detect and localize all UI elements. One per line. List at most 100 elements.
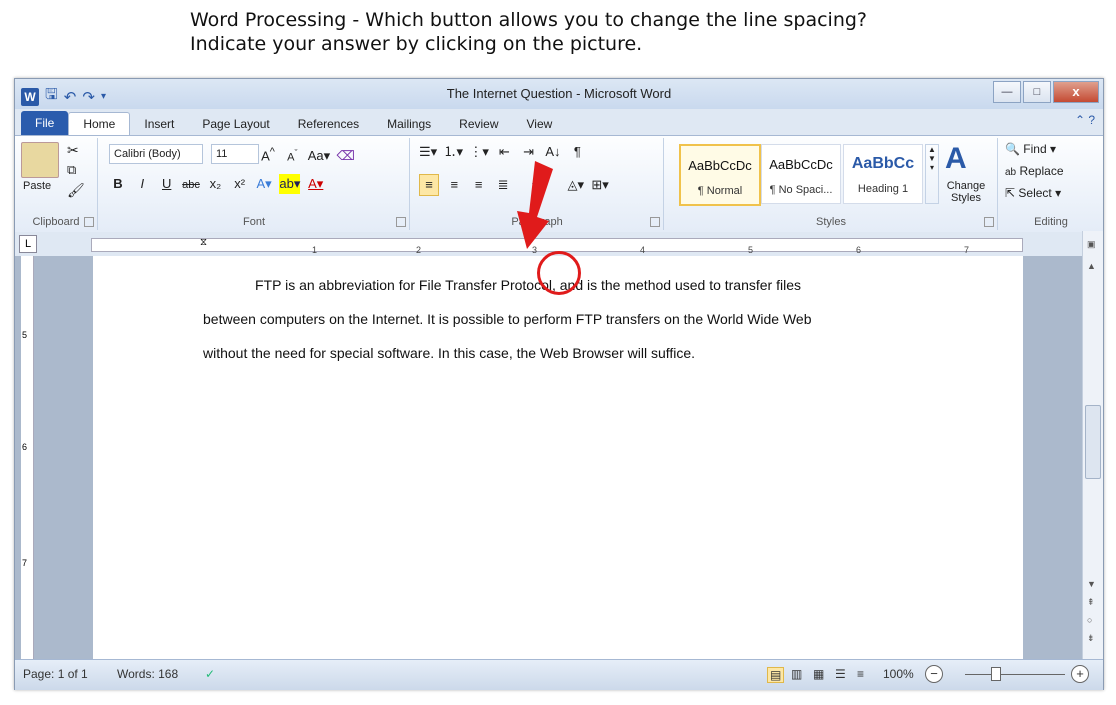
document-page[interactable]: FTP is an abbreviation for File Transfer… bbox=[93, 256, 1023, 659]
replace-button[interactable]: ab Replace bbox=[1005, 164, 1064, 178]
page-count[interactable]: Page: 1 of 1 bbox=[23, 667, 88, 681]
style-normal[interactable]: AaBbCcDc ¶ Normal bbox=[679, 144, 761, 206]
superscript-icon[interactable]: x² bbox=[231, 174, 249, 194]
question-prompt: Word Processing - Which button allows yo… bbox=[190, 8, 867, 56]
close-button[interactable]: x bbox=[1053, 81, 1099, 103]
shading-icon[interactable]: ◬▾ bbox=[567, 175, 585, 195]
full-screen-reading-icon[interactable]: ▥ bbox=[791, 667, 802, 681]
cut-icon[interactable]: ✂ bbox=[67, 142, 79, 159]
outline-icon[interactable]: ☰ bbox=[835, 667, 846, 681]
browse-object-icon[interactable]: ○ bbox=[1087, 615, 1092, 625]
minimize-button[interactable]: — bbox=[993, 81, 1021, 103]
proofing-icon[interactable]: ✓ bbox=[205, 667, 215, 681]
window-controls: — □ x bbox=[993, 81, 1099, 103]
tab-references[interactable]: References bbox=[284, 113, 373, 135]
highlight-icon[interactable]: ab▾ bbox=[279, 174, 301, 194]
zoom-level[interactable]: 100% bbox=[883, 667, 914, 681]
borders-icon[interactable]: ⊞▾ bbox=[591, 175, 609, 195]
scroll-down-icon[interactable]: ▼ bbox=[1087, 579, 1096, 589]
next-page-icon[interactable]: ⇟ bbox=[1087, 633, 1095, 644]
bullets-icon[interactable]: ☰▾ bbox=[419, 142, 437, 162]
red-highlight-circle bbox=[537, 251, 581, 295]
change-styles-icon[interactable]: A bbox=[945, 142, 967, 176]
paste-button[interactable]: Paste bbox=[23, 180, 51, 192]
doc-line-3: without the need for special software. I… bbox=[203, 345, 696, 361]
sort-icon[interactable]: A↓ bbox=[544, 142, 562, 162]
style-heading-1-preview: AaBbCc bbox=[851, 155, 915, 172]
tab-file[interactable]: File bbox=[21, 111, 69, 135]
maximize-button[interactable]: □ bbox=[1023, 81, 1051, 103]
zoom-out-icon[interactable]: − bbox=[925, 665, 943, 683]
font-launcher-icon[interactable] bbox=[396, 217, 406, 227]
clear-formatting-icon[interactable]: ⌫ bbox=[336, 146, 354, 166]
previous-page-icon[interactable]: ⇞ bbox=[1087, 597, 1095, 608]
print-layout-icon[interactable]: ▤ bbox=[767, 667, 785, 683]
align-left-icon[interactable]: ≡ bbox=[419, 174, 439, 196]
tab-home[interactable]: Home bbox=[68, 112, 131, 135]
paragraph-launcher-icon[interactable] bbox=[650, 217, 660, 227]
styles-scroll-icon[interactable]: ▲ ▼ ▾ bbox=[925, 144, 939, 204]
styles-group-label: Styles bbox=[816, 216, 846, 228]
indent-marker-icon[interactable]: ⧖ bbox=[200, 237, 207, 248]
change-case-icon[interactable]: Aa▾ bbox=[308, 146, 330, 166]
align-right-icon[interactable]: ≡ bbox=[470, 175, 488, 195]
paste-icon[interactable] bbox=[21, 142, 59, 178]
multilevel-list-icon[interactable]: ⋮▾ bbox=[469, 142, 489, 162]
copy-icon[interactable]: ⧉ bbox=[67, 162, 76, 178]
strikethrough-icon[interactable]: abc bbox=[182, 175, 200, 195]
status-bar: Page: 1 of 1 Words: 168 ✓ ▤ ▥ ▦ ☰ ≡ 100%… bbox=[15, 659, 1103, 690]
change-styles-button[interactable]: Change Styles bbox=[941, 180, 991, 204]
zoom-in-icon[interactable]: + bbox=[1071, 665, 1089, 683]
center-icon[interactable]: ≡ bbox=[445, 175, 463, 195]
word-count[interactable]: Words: 168 bbox=[117, 667, 178, 681]
italic-icon[interactable]: I bbox=[133, 174, 151, 194]
zoom-slider-thumb[interactable] bbox=[991, 667, 1001, 681]
zoom-slider[interactable] bbox=[965, 674, 1065, 675]
clipboard-group: Paste ✂ ⧉ 🖌 Clipboard bbox=[15, 138, 98, 230]
underline-icon[interactable]: U bbox=[158, 174, 176, 194]
help-icon[interactable]: ⌃ ? bbox=[1075, 113, 1095, 127]
styles-launcher-icon[interactable] bbox=[984, 217, 994, 227]
shrink-font-icon[interactable]: Aˇ bbox=[283, 143, 301, 164]
tab-mailings[interactable]: Mailings bbox=[373, 113, 445, 135]
doc-line-1: FTP is an abbreviation for File Transfer… bbox=[203, 268, 963, 302]
style-heading-1[interactable]: AaBbCc Heading 1 bbox=[843, 144, 923, 204]
document-text[interactable]: FTP is an abbreviation for File Transfer… bbox=[203, 268, 963, 370]
tab-selector-icon[interactable]: L bbox=[19, 235, 37, 253]
show-formatting-icon[interactable]: ¶ bbox=[568, 142, 586, 162]
doc-line-2: between computers on the Internet. It is… bbox=[203, 311, 812, 327]
web-layout-icon[interactable]: ▦ bbox=[813, 667, 824, 681]
find-button[interactable]: 🔍 Find ▾ bbox=[1005, 142, 1056, 156]
tab-review[interactable]: Review bbox=[445, 113, 512, 135]
subscript-icon[interactable]: x₂ bbox=[206, 174, 224, 194]
select-button[interactable]: ⇱ Select ▾ bbox=[1005, 186, 1061, 200]
tab-view[interactable]: View bbox=[513, 113, 567, 135]
grow-font-icon[interactable]: A^ bbox=[259, 142, 277, 163]
style-no-spacing[interactable]: AaBbCcDc ¶ No Spaci... bbox=[761, 144, 841, 204]
style-normal-preview: AaBbCcDc bbox=[688, 158, 752, 173]
tab-insert[interactable]: Insert bbox=[130, 113, 188, 135]
scroll-thumb[interactable] bbox=[1085, 405, 1101, 479]
scroll-up-icon[interactable]: ▲ bbox=[1087, 261, 1096, 271]
numbering-icon[interactable]: ⒈▾ bbox=[444, 142, 464, 162]
font-name-combo[interactable]: Calibri (Body) bbox=[109, 144, 203, 164]
font-size-combo[interactable]: 11 bbox=[211, 144, 259, 164]
decrease-indent-icon[interactable]: ⇤ bbox=[495, 142, 513, 162]
ruler-toggle-icon[interactable]: ▣ bbox=[1087, 239, 1096, 250]
ruler-number: 2 bbox=[416, 245, 422, 255]
vertical-scrollbar[interactable]: ▣ ▲ ▼ ⇞ ○ ⇟ bbox=[1082, 231, 1103, 661]
clipboard-launcher-icon[interactable] bbox=[84, 217, 94, 227]
draft-icon[interactable]: ≡ bbox=[857, 667, 864, 681]
question-line-2: Indicate your answer by clicking on the … bbox=[190, 33, 643, 55]
ruler-number: 5 bbox=[748, 245, 754, 255]
increase-indent-icon[interactable]: ⇥ bbox=[520, 142, 538, 162]
font-color-icon[interactable]: A▾ bbox=[307, 174, 325, 194]
style-normal-name: ¶ Normal bbox=[697, 185, 743, 197]
format-painter-icon[interactable]: 🖌 bbox=[67, 182, 85, 199]
title-bar: W 🖫 ↶ ↷ ▾ The Internet Question - Micros… bbox=[15, 79, 1103, 109]
tab-page-layout[interactable]: Page Layout bbox=[188, 113, 283, 135]
text-effects-icon[interactable]: A▾ bbox=[255, 174, 273, 194]
select-icon: ⇱ bbox=[1005, 186, 1016, 200]
replace-icon: ab bbox=[1005, 167, 1017, 178]
bold-icon[interactable]: B bbox=[109, 174, 127, 194]
